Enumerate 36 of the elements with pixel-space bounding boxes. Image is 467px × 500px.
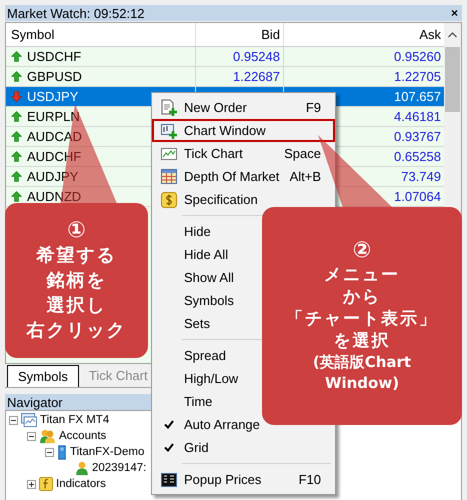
symbol-cell-text: EURPLN <box>27 108 80 126</box>
callout-text: を選択 <box>334 330 390 352</box>
shortcut-label: F9 <box>306 98 322 117</box>
ask-cell-text: 1.22705 <box>394 68 441 86</box>
callout-text: 銘柄を <box>46 269 106 293</box>
ask-cell-text: 1.07064 <box>394 188 441 206</box>
ask-cell-text: 0.93767 <box>394 128 441 146</box>
callout-note: Window) <box>324 373 400 394</box>
step-number: ② <box>352 238 372 264</box>
ask-cell-text: 107.657 <box>394 88 441 106</box>
callout-text: 「チャート表示」 <box>286 308 438 330</box>
symbol-cell-text: USDCHF <box>27 48 82 66</box>
shortcut-label: F10 <box>298 470 322 489</box>
callout-text: から <box>343 286 381 308</box>
panel-title: Market Watch: 09:52:12 <box>7 6 145 20</box>
callout-text: 右クリック <box>26 319 126 343</box>
symbol-cell-text: AUDCHF <box>27 148 82 166</box>
symbol-cell-text: GBPUSD <box>27 68 82 86</box>
panel-title: Navigator <box>7 396 63 408</box>
callout-text: 選択し <box>46 294 106 318</box>
symbol-cell-text: AUDCAD <box>27 128 82 146</box>
callout-note: (英語版Chart <box>312 352 412 373</box>
ask-cell-text: 73.749 <box>401 168 441 186</box>
symbol-cell-text: AUDJPY <box>27 168 78 186</box>
callout-text: メニュー <box>324 264 400 286</box>
ask-cell-text: 0.65258 <box>394 148 441 166</box>
symbol-cell-text: USDJPY <box>27 88 78 106</box>
bid-cell-text: 1.22687 <box>233 68 280 86</box>
symbol-cell-text: AUDNZD <box>27 188 82 206</box>
callout-text: 希望する <box>36 244 116 268</box>
bid-cell-text: 0.95248 <box>233 48 280 66</box>
step-number: ① <box>67 218 86 243</box>
shortcut-label: Space <box>284 144 322 163</box>
ask-cell-text: 0.95260 <box>394 48 441 66</box>
shortcut-label: Alt+B <box>290 168 322 186</box>
ask-cell-text: 4.46181 <box>394 108 441 126</box>
